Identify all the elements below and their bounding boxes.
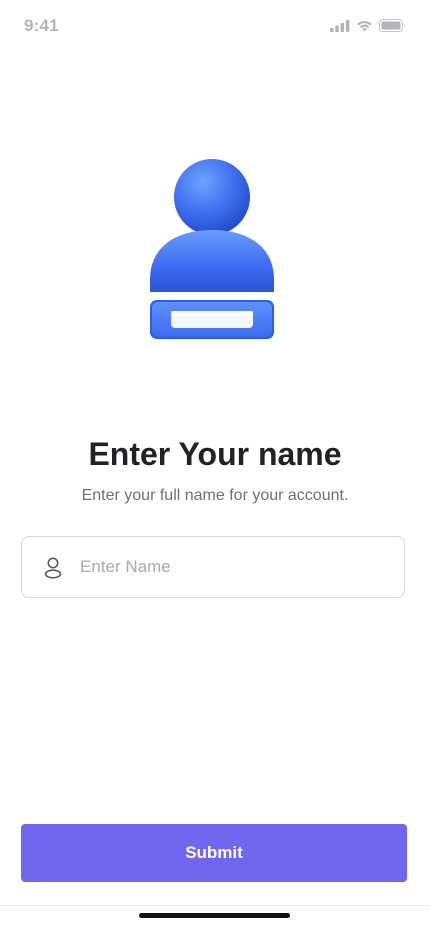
page-title: Enter Your name <box>88 436 342 472</box>
status-bar: 9:41 <box>0 0 430 54</box>
cellular-signal-icon <box>330 19 350 32</box>
person-icon <box>43 557 63 579</box>
status-icons <box>330 19 406 32</box>
status-time: 9:41 <box>24 16 59 35</box>
wifi-icon <box>356 20 373 32</box>
home-indicator <box>139 913 290 918</box>
name-field[interactable] <box>21 536 405 598</box>
bottom-divider <box>0 905 430 906</box>
page-subtitle: Enter your full name for your account. <box>81 487 349 504</box>
user-profile-icon <box>140 150 290 350</box>
submit-button[interactable]: Submit <box>21 824 407 882</box>
battery-icon <box>379 19 406 32</box>
name-input[interactable] <box>80 537 390 597</box>
